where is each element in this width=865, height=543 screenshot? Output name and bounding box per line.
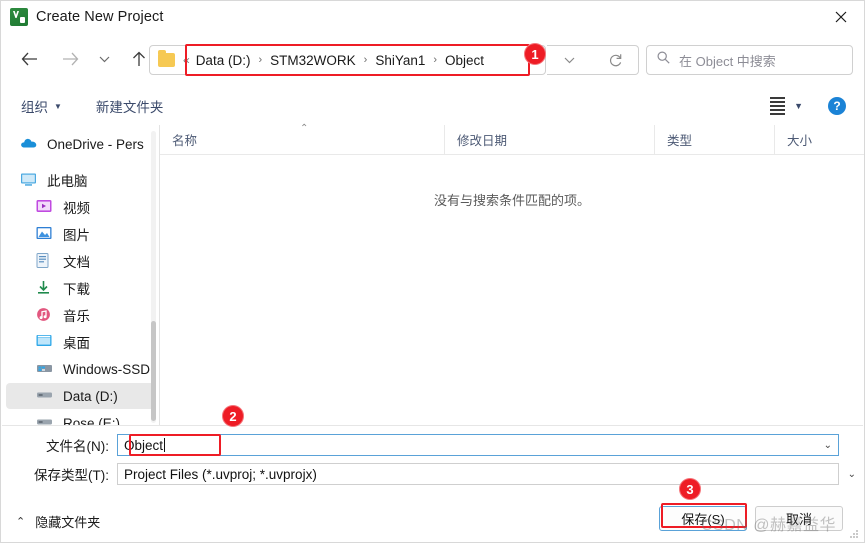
filetype-select[interactable]: Project Files (*.uvproj; *.uvprojx) ⌄ [117,463,856,485]
documents-icon [36,253,54,269]
drive-icon [36,388,54,404]
sidebar-item-windows-ssd[interactable]: Windows-SSD [6,356,155,382]
column-header-name[interactable]: 名称 ⌃ [160,122,444,155]
column-header-row: 名称 ⌃ 修改日期 类型 大小 [160,122,864,155]
new-folder-label: 新建文件夹 [95,100,164,115]
music-icon [36,307,54,323]
column-header-size[interactable]: 大小 [774,124,862,155]
column-header-date-label: 修改日期 [457,134,508,148]
chevron-down-icon[interactable] [555,47,585,73]
sidebar-item-label: 下载 [63,282,90,297]
view-mode-button[interactable]: ▼ [765,93,808,119]
search-input[interactable]: 在 Object 中搜索 [646,45,853,75]
sidebar-item-data-d[interactable]: Data (D:) [6,383,155,409]
organize-label: 组织 [21,100,48,115]
sidebar-item-label: Windows-SSD [63,361,151,377]
new-folder-button[interactable]: 新建文件夹 [90,93,170,119]
sidebar-item-label: Data (D:) [63,388,118,404]
annotation-box-1 [185,44,530,76]
toolbar-right-group: ▼ ? [765,93,856,119]
sidebar-item-label: 桌面 [63,336,90,351]
chevron-down-icon: ▼ [794,101,803,111]
column-header-name-label: 名称 [172,134,198,148]
sidebar-item-pictures[interactable]: 图片 [6,221,155,247]
close-icon[interactable] [818,1,864,33]
this-pc-icon [20,172,38,188]
arrow-right-icon [54,43,86,75]
resize-grip[interactable] [849,529,859,539]
sidebar-item-music[interactable]: 音乐 [6,302,155,328]
sidebar-scrollbar-thumb[interactable] [151,321,156,421]
sidebar-item-this-pc[interactable]: 此电脑 [6,167,155,193]
column-header-type-label: 类型 [667,134,693,148]
filetype-value: Project Files (*.uvproj; *.uvprojx) [124,466,317,482]
sidebar-item-label: 此电脑 [47,174,88,189]
refresh-icon[interactable] [600,47,630,73]
chevron-down-icon[interactable]: ⌄ [848,469,856,480]
sidebar-item-onedrive[interactable]: OneDrive - Pers [6,131,155,157]
column-header-type[interactable]: 类型 [654,124,774,155]
sidebar-item-label: OneDrive - Pers [47,136,144,152]
help-icon[interactable]: ? [828,97,846,115]
keil-uvision-icon [10,8,28,26]
annotation-box-2 [129,434,221,456]
toolbar: 组织 ▼ 新建文件夹 ▼ ? [1,87,864,125]
chevron-down-icon: ▼ [54,101,62,111]
filetype-row: 保存类型(T): Project Files (*.uvproj; *.uvpr… [2,463,862,485]
sidebar-item-label: 图片 [63,228,90,243]
sidebar-item-label: 文档 [63,255,90,270]
sidebar-item-videos[interactable]: 视频 [6,194,155,220]
folder-icon [158,50,175,67]
navigation-pane: OneDrive - Pers 此电脑 视频 图片 文档 下载 音乐 桌面 Wi… [2,125,159,425]
sidebar-item-downloads[interactable]: 下载 [6,275,155,301]
chevron-up-icon: ⌃ [16,516,26,528]
filetype-label: 保存类型(T): [34,468,109,483]
sidebar-item-documents[interactable]: 文档 [6,248,155,274]
watermark: CSDN @赫嘉益华 [701,517,837,534]
sidebar-item-label: 音乐 [63,309,90,324]
hide-folders-label: 隐藏文件夹 [35,515,101,530]
sidebar-item-label: Rose (E:) [63,415,121,426]
filename-label: 文件名(N): [46,439,109,454]
arrow-left-icon[interactable] [13,43,45,75]
chevron-down-icon[interactable]: ⌄ [824,440,832,451]
sidebar-item-rose-e[interactable]: Rose (E:) [6,410,155,425]
address-bar-controls [547,45,639,75]
hide-folders-toggle[interactable]: ⌃ 隐藏文件夹 [16,512,100,531]
file-list-pane: 名称 ⌃ 修改日期 类型 大小 没有与搜索条件匹配的项。 [160,122,864,425]
organize-button[interactable]: 组织 ▼ [15,93,68,119]
onedrive-icon [20,136,38,152]
sidebar-item-desktop[interactable]: 桌面 [6,329,155,355]
search-placeholder: 在 Object 中搜索 [679,53,776,69]
downloads-icon [36,280,54,296]
videos-icon [36,199,54,215]
column-header-size-label: 大小 [787,134,813,148]
sidebar-item-label: 视频 [63,201,90,216]
system-drive-icon [36,361,54,377]
window-title: Create New Project [36,9,164,25]
list-view-icon [770,97,786,115]
sort-ascending-icon: ⌃ [300,122,309,134]
search-icon [657,51,670,69]
annotation-badge-1: 1 [524,43,546,65]
pictures-icon [36,226,54,242]
desktop-icon [36,334,54,350]
drive-icon [36,415,54,425]
chevron-down-icon[interactable] [93,43,115,75]
empty-list-message: 没有与搜索条件匹配的项。 [433,193,590,208]
column-header-date-modified[interactable]: 修改日期 [444,124,654,155]
sidebar-scrollbar[interactable] [151,131,156,423]
annotation-badge-3: 3 [679,478,701,500]
title-bar: Create New Project [1,1,864,33]
annotation-badge-2: 2 [222,405,244,427]
filename-input[interactable]: Object ⌄ [117,434,839,456]
create-new-project-dialog: Create New Project « Data (D:) › STM32WO… [0,0,865,543]
